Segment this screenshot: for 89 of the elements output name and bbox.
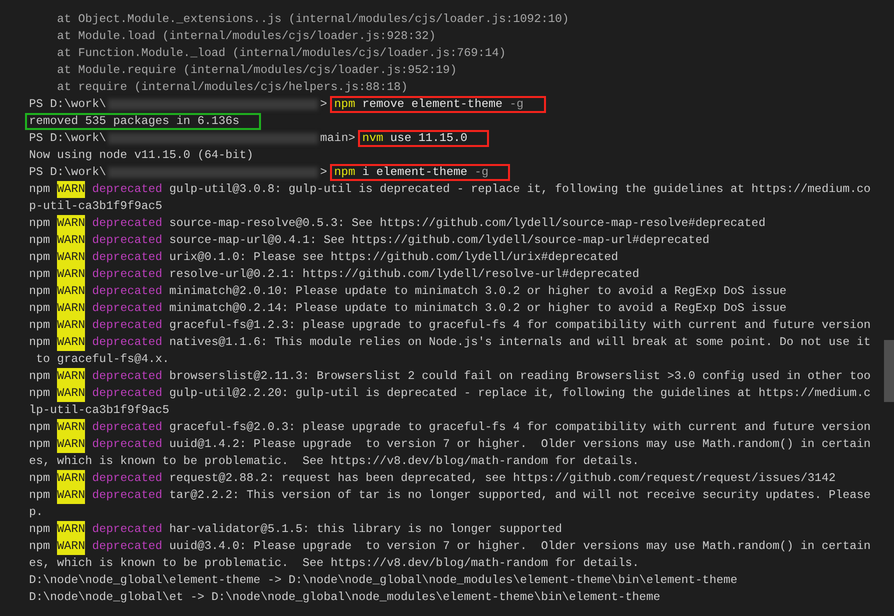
deprecated-label: deprecated xyxy=(91,470,162,487)
deprecated-label: deprecated xyxy=(91,266,162,283)
npm-label: npm xyxy=(29,334,52,351)
npm-label: npm xyxy=(29,487,52,504)
deprecated-label: deprecated xyxy=(91,249,162,266)
stack-trace-line: at Module.load (internal/modules/cjs/loader.js:928:32) xyxy=(56,28,436,45)
warn-badge: WARN xyxy=(57,266,86,283)
warning-message: graceful-fs@2.0.3: please upgrade to graceful-fs 4 for compatibility with current and future version xyxy=(168,419,871,436)
npm-label: npm xyxy=(29,300,52,317)
warning-message: gulp-util@3.0.8: gulp-util is deprecated - replace it, following the guidelines at https://medium.co xyxy=(168,181,871,198)
npm-label: npm xyxy=(29,368,52,385)
npm-label: npm xyxy=(29,385,52,402)
warn-badge: WARN xyxy=(57,538,86,555)
stack-trace-line: at Module.require (internal/modules/cjs/loader.js:952:19) xyxy=(56,62,457,79)
deprecated-label: deprecated xyxy=(91,487,162,504)
npm-label: npm xyxy=(29,436,52,453)
warning-message: resolve-url@0.2.1: https://github.com/lydell/resolve-url#deprecated xyxy=(168,266,640,283)
warning-message: urix@0.1.0: Please see https://github.com/lydell/urix#deprecated xyxy=(168,249,618,266)
warn-badge: WARN xyxy=(57,232,86,249)
prompt-end: > xyxy=(320,96,328,113)
warning-message: tar@2.2.2: This version of tar is no longer supported, and will not receive security updates. Please xyxy=(168,487,871,504)
npm-label: npm xyxy=(29,419,52,436)
warn-badge: WARN xyxy=(57,419,86,436)
prompt-end: main> xyxy=(320,130,356,147)
deprecated-label: deprecated xyxy=(91,181,162,198)
warn-badge: WARN xyxy=(57,521,86,538)
deprecated-label: deprecated xyxy=(91,436,162,453)
warn-badge: WARN xyxy=(57,283,86,300)
npm-label: npm xyxy=(29,470,52,487)
output-line: lp-util-ca3b1f9f9ac5 xyxy=(29,402,170,419)
npm-label: npm xyxy=(29,249,52,266)
output-line: p. xyxy=(29,504,44,521)
warn-badge: WARN xyxy=(57,317,86,334)
scrollbar-thumb[interactable] xyxy=(884,340,894,402)
warning-message: minimatch@0.2.14: Please update to minimatch 3.0.2 or higher to avoid a RegExp DoS issue xyxy=(168,300,786,317)
output-line: D:\node\node_global\et -> D:\node\node_global\node_modules\element-theme\bin\element-theme xyxy=(29,589,660,606)
output-line: es, which is known to be problematic. See https://v8.dev/blog/math-random for details. xyxy=(29,555,640,572)
warn-badge: WARN xyxy=(57,487,86,504)
output-line: p-util-ca3b1f9f9ac5 xyxy=(29,198,162,215)
output-line: es, which is known to be problematic. See https://v8.dev/blog/math-random for details. xyxy=(29,453,640,470)
npm-label: npm xyxy=(29,283,52,300)
warn-badge: WARN xyxy=(57,215,86,232)
deprecated-label: deprecated xyxy=(91,300,162,317)
stack-trace-line: at Function.Module._load (internal/modules/cjs/loader.js:769:14) xyxy=(56,45,506,62)
warning-message: browserslist@2.11.3: Browserslist 2 could fail on reading Browserslist >3.0 config used in other too xyxy=(168,368,871,385)
stack-trace-line: at require (internal/modules/cjs/helpers.js:88:18) xyxy=(56,79,408,96)
output-line: to graceful-fs@4.x. xyxy=(35,351,170,368)
warning-message: uuid@3.4.0: Please upgrade to version 7 or higher. Older versions may use Math.random() in certain xyxy=(168,538,871,555)
stack-trace-line: at Object.Module._extensions..js (internal/modules/cjs/loader.js:1092:10) xyxy=(56,11,570,28)
warning-message: gulp-util@2.2.20: gulp-util is deprecated - replace it, following the guidelines at https://medium.c xyxy=(168,385,871,402)
prompt-end: > xyxy=(320,164,328,181)
warning-message: minimatch@2.0.10: Please update to minimatch 3.0.2 or higher to avoid a RegExp DoS issue xyxy=(168,283,786,300)
deprecated-label: deprecated xyxy=(91,368,162,385)
warning-message: source-map-url@0.4.1: See https://github.com/lydell/source-map-url#deprecated xyxy=(168,232,710,249)
prompt-path: PS D:\work\ xyxy=(29,96,106,113)
warning-message: har-validator@5.1.5: this library is no longer supported xyxy=(168,521,562,538)
deprecated-label: deprecated xyxy=(91,538,162,555)
warn-badge: WARN xyxy=(57,385,86,402)
warn-badge: WARN xyxy=(57,334,86,351)
npm-label: npm xyxy=(29,538,52,555)
deprecated-label: deprecated xyxy=(91,232,162,249)
warning-message: request@2.88.2: request has been deprecated, see https://github.com/request/request/issues/3142 xyxy=(168,470,836,487)
npm-label: npm xyxy=(29,232,52,249)
npm-label: npm xyxy=(29,215,52,232)
deprecated-label: deprecated xyxy=(91,419,162,436)
output-line: Now using node v11.15.0 (64-bit) xyxy=(29,147,254,164)
deprecated-label: deprecated xyxy=(91,215,162,232)
npm-label: npm xyxy=(29,266,52,283)
deprecated-label: deprecated xyxy=(91,317,162,334)
warn-badge: WARN xyxy=(57,368,86,385)
prompt-path: PS D:\work\ xyxy=(29,130,106,147)
deprecated-label: deprecated xyxy=(91,385,162,402)
deprecated-label: deprecated xyxy=(91,283,162,300)
warning-message: natives@1.1.6: This module relies on Node.js's internals and will break at some point. Do not use it xyxy=(168,334,871,351)
warn-badge: WARN xyxy=(57,470,86,487)
warn-badge: WARN xyxy=(57,300,86,317)
warning-message: graceful-fs@1.2.3: please upgrade to graceful-fs 4 for compatibility with current and future version xyxy=(168,317,871,334)
output-line: D:\node\node_global\element-theme -> D:\node\node_global\node_modules\element-theme\bin\element-theme xyxy=(29,572,738,589)
warn-badge: WARN xyxy=(57,436,86,453)
npm-label: npm xyxy=(29,181,52,198)
deprecated-label: deprecated xyxy=(91,334,162,351)
warn-badge: WARN xyxy=(57,181,86,198)
warning-message: source-map-resolve@0.5.3: See https://github.com/lydell/source-map-resolve#deprecated xyxy=(168,215,766,232)
warn-badge: WARN xyxy=(57,249,86,266)
warning-message: uuid@1.4.2: Please upgrade to version 7 or higher. Older versions may use Math.random() in certain xyxy=(168,436,871,453)
npm-label: npm xyxy=(29,317,52,334)
prompt-path: PS D:\work\ xyxy=(29,164,106,181)
npm-label: npm xyxy=(29,521,52,538)
deprecated-label: deprecated xyxy=(91,521,162,538)
